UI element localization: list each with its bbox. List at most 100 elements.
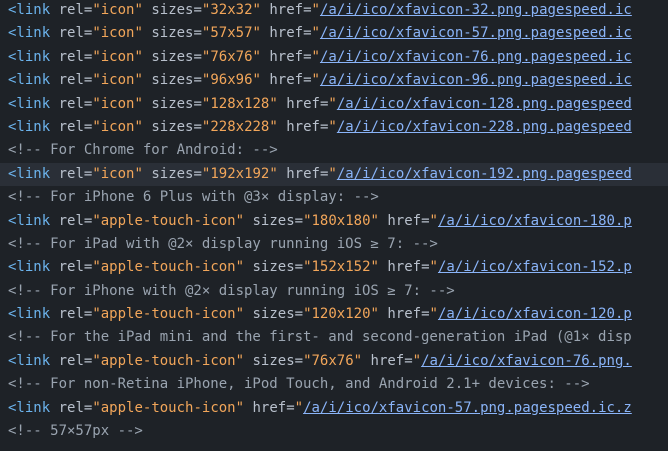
attr-href-open: " <box>311 48 320 65</box>
attr-sizes-open: " <box>303 306 312 323</box>
rel-value: icon <box>100 25 135 42</box>
attr-href-name: href= <box>260 2 312 18</box>
attr-sizes-close: " <box>370 259 379 276</box>
tag-open: <link <box>8 48 51 65</box>
attr-rel-close: " <box>134 95 143 112</box>
attr-href-name: href= <box>378 212 430 229</box>
sizes-value: 180x180 <box>311 212 371 229</box>
attr-rel-close: " <box>235 352 245 369</box>
attr-sizes-close: " <box>252 2 261 18</box>
attr-rel-close: " <box>134 165 143 182</box>
attr-href-open: " <box>311 25 320 42</box>
rel-value: icon <box>100 72 135 89</box>
attr-rel-name: rel= <box>50 212 93 229</box>
attr-sizes-name: sizes= <box>142 95 202 112</box>
href-link[interactable]: /a/i/ico/xfavicon-76.png. <box>421 353 632 369</box>
attr-sizes-name: sizes= <box>244 259 304 276</box>
rel-value: icon <box>100 165 135 182</box>
href-link[interactable]: /a/i/ico/xfavicon-57.png.pagespeed.ic.z <box>303 400 632 416</box>
rel-value: apple-touch-icon <box>100 212 236 229</box>
rel-value: icon <box>100 48 135 65</box>
attr-href-name: href= <box>378 306 430 323</box>
tag-open: <link <box>8 399 51 416</box>
sizes-value: 96x96 <box>210 72 253 89</box>
html-comment: <!-- For iPhone 6 Plus with @3× display:… <box>8 189 379 206</box>
link-tag-line: <link rel="apple-touch-icon" href="/a/i/… <box>0 397 668 420</box>
href-link[interactable]: /a/i/ico/xfavicon-76.png.pagespeed.ic <box>320 49 632 65</box>
href-link[interactable]: /a/i/ico/xfavicon-180.p <box>438 213 632 229</box>
tag-open: <link <box>8 352 51 369</box>
attr-rel-name: rel= <box>50 25 93 42</box>
tag-open: <link <box>8 25 51 42</box>
href-link[interactable]: /a/i/ico/xfavicon-228.png.pagespeed <box>337 119 632 135</box>
link-tag-line: <link rel="icon" sizes="228x228" href="/… <box>0 116 668 139</box>
link-tag-line: <link rel="apple-touch-icon" sizes="152x… <box>0 256 668 279</box>
href-link[interactable]: /a/i/ico/xfavicon-32.png.pagespeed.ic <box>320 2 632 18</box>
attr-sizes-close: " <box>269 165 278 182</box>
sizes-value: 192x192 <box>210 165 270 182</box>
href-link[interactable]: /a/i/ico/xfavicon-57.png.pagespeed.ic <box>320 25 632 41</box>
attr-href-open: " <box>429 306 438 323</box>
attr-rel-close: " <box>235 399 245 416</box>
attr-href-name: href= <box>277 95 329 112</box>
attr-href-name: href= <box>277 118 329 135</box>
attr-rel-name: rel= <box>50 118 93 135</box>
href-link[interactable]: /a/i/ico/xfavicon-96.png.pagespeed.ic <box>320 72 632 88</box>
attr-sizes-name: sizes= <box>142 165 202 182</box>
attr-sizes-close: " <box>252 25 261 42</box>
attr-sizes-name: sizes= <box>142 2 202 18</box>
link-tag-line: <link rel="apple-touch-icon" sizes="76x7… <box>0 350 668 373</box>
attr-sizes-open: " <box>303 212 312 229</box>
tag-open: <link <box>8 212 51 229</box>
attr-rel-close: " <box>235 306 245 323</box>
attr-href-name: href= <box>260 72 312 89</box>
attr-rel-value: " <box>92 352 101 369</box>
attr-rel-close: " <box>134 25 143 42</box>
attr-rel-value: " <box>92 25 101 42</box>
attr-href-name: href= <box>362 352 413 369</box>
attr-rel-close: " <box>235 259 245 276</box>
href-link[interactable]: /a/i/ico/xfavicon-192.png.pagespeed <box>337 166 632 182</box>
attr-rel-name: rel= <box>50 72 93 89</box>
link-tag-line: <link rel="icon" sizes="192x192" href="/… <box>0 162 668 187</box>
attr-rel-name: rel= <box>50 165 93 182</box>
href-link[interactable]: /a/i/ico/xfavicon-152.p <box>438 259 632 275</box>
tag-open: <link <box>8 165 51 182</box>
href-link[interactable]: /a/i/ico/xfavicon-120.p <box>438 306 632 322</box>
comment-line: <!-- For Chrome for Android: --> <box>0 139 668 162</box>
attr-sizes-open: " <box>303 352 312 369</box>
rel-value: icon <box>100 95 135 112</box>
comment-line: <!-- For the iPad mini and the first- an… <box>0 326 668 349</box>
attr-sizes-close: " <box>252 72 261 89</box>
attr-href-name: href= <box>260 25 312 42</box>
html-comment: <!-- For iPad with @2× display running i… <box>8 235 438 252</box>
attr-rel-name: rel= <box>50 95 93 112</box>
rel-value: apple-touch-icon <box>100 352 236 369</box>
attr-rel-value: " <box>92 2 101 18</box>
comment-line: <!-- For non-Retina iPhone, iPod Touch, … <box>0 373 668 396</box>
attr-href-open: " <box>328 95 337 112</box>
attr-sizes-close: " <box>269 118 278 135</box>
attr-rel-name: rel= <box>50 399 93 416</box>
attr-href-name: href= <box>244 399 295 416</box>
href-link[interactable]: /a/i/ico/xfavicon-128.png.pagespeed <box>337 96 632 112</box>
attr-rel-value: " <box>92 48 101 65</box>
attr-href-open: " <box>328 118 337 135</box>
attr-rel-name: rel= <box>50 2 93 18</box>
attr-sizes-name: sizes= <box>244 306 304 323</box>
attr-sizes-close: " <box>353 352 363 369</box>
sizes-value: 120x120 <box>311 306 371 323</box>
html-comment: <!-- For non-Retina iPhone, iPod Touch, … <box>8 376 590 393</box>
source-code-view: <link rel="icon" sizes="32x32" href="/a/… <box>0 0 668 451</box>
attr-rel-name: rel= <box>50 48 93 65</box>
attr-href-name: href= <box>378 259 430 276</box>
attr-sizes-name: sizes= <box>142 72 202 89</box>
sizes-value: 128x128 <box>210 95 270 112</box>
link-tag-line: <link rel="icon" sizes="76x76" href="/a/… <box>0 46 668 69</box>
rel-value: icon <box>100 118 135 135</box>
html-comment: <!-- For the iPad mini and the first- an… <box>8 329 632 346</box>
link-tag-line: <link rel="icon" sizes="32x32" href="/a/… <box>0 0 668 22</box>
tag-open: <link <box>8 259 51 276</box>
attr-href-open: " <box>412 352 422 369</box>
attr-href-open: " <box>429 212 438 229</box>
